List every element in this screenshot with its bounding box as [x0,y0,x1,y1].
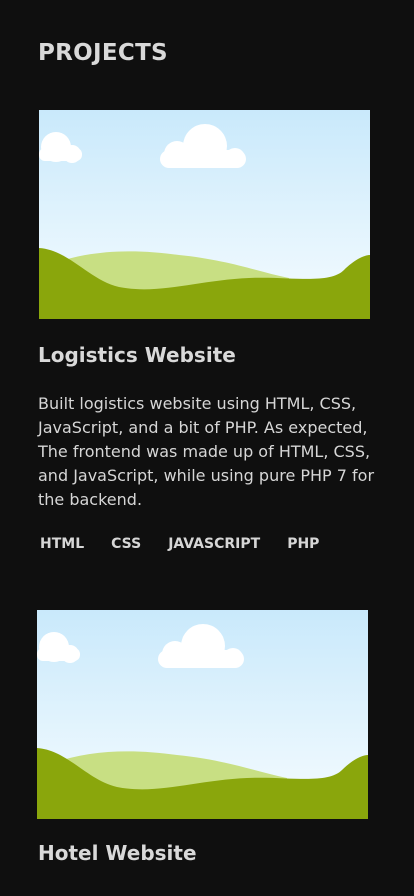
project-thumbnail-image[interactable] [37,610,368,819]
project-title[interactable]: Logistics Website [38,343,236,367]
project-title[interactable]: Hotel Website [38,841,197,865]
tech-tag: JAVASCRIPT [168,536,261,552]
tech-tag: PHP [287,536,320,552]
landscape-placeholder-icon [39,110,370,319]
project-thumbnail-image[interactable] [39,110,370,319]
tech-tag: CSS [111,536,142,552]
project-card: Hotel Website [0,600,414,896]
project-card: Logistics Website Built logistics websit… [0,0,414,600]
tech-tag-list: HTML CSS JAVASCRIPT PHP [40,536,319,552]
tech-tag: HTML [40,536,85,552]
project-description: Built logistics website using HTML, CSS,… [38,394,375,509]
landscape-placeholder-icon [37,610,368,819]
